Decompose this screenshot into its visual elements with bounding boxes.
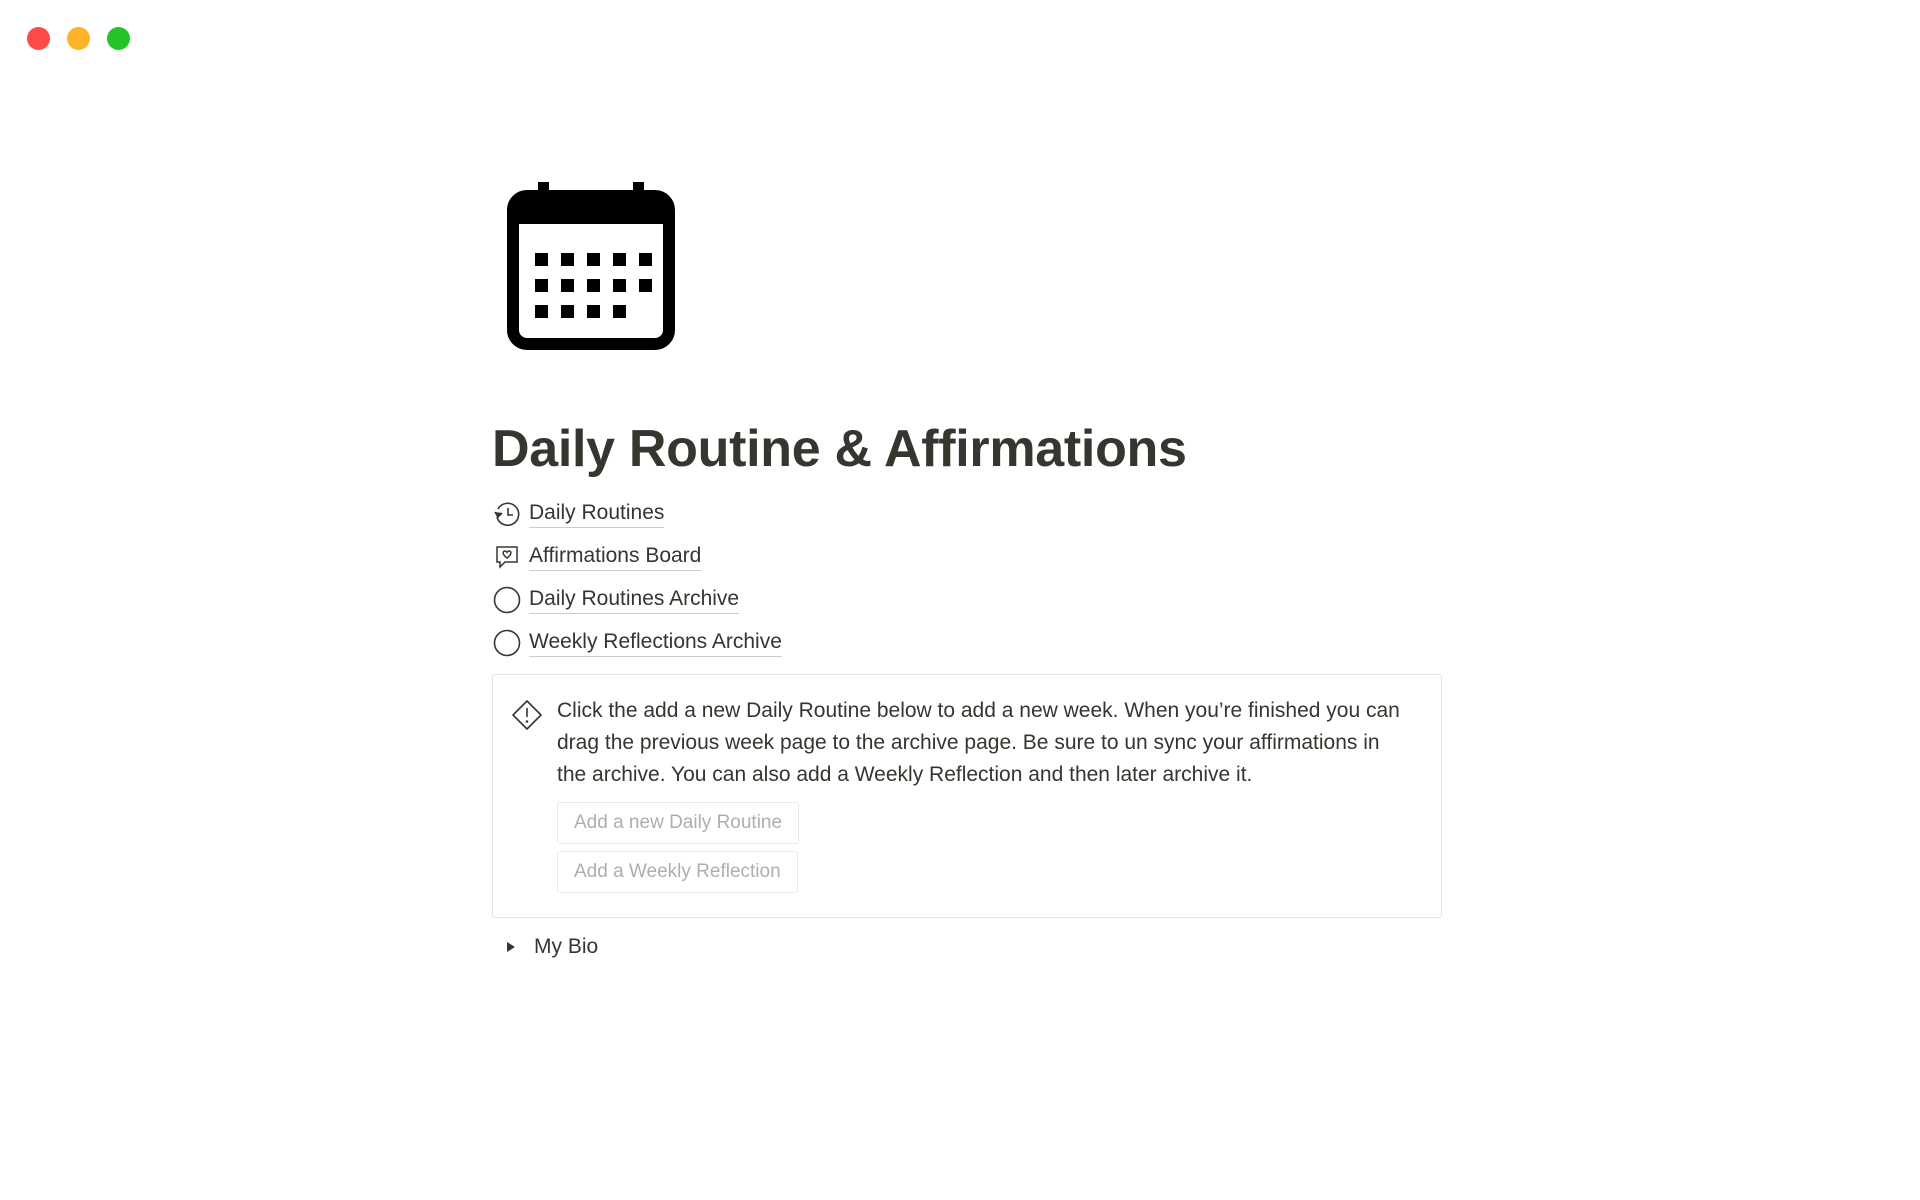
link-affirmations-board[interactable]: Affirmations Board	[492, 535, 1442, 578]
warning-diamond-icon	[511, 699, 543, 731]
link-label[interactable]: Daily Routines	[529, 500, 665, 529]
heart-speech-bubble-icon	[492, 542, 522, 572]
link-weekly-reflections-archive[interactable]: Weekly Reflections Archive	[492, 621, 1442, 664]
link-daily-routines[interactable]: Daily Routines	[492, 492, 1442, 535]
maximize-button[interactable]	[107, 27, 130, 50]
add-daily-routine-button[interactable]: Add a new Daily Routine	[557, 802, 800, 845]
callout-block: Click the add a new Daily Routine below …	[492, 674, 1442, 919]
circle-icon	[492, 628, 522, 658]
triangle-right-icon[interactable]	[496, 932, 526, 962]
circle-icon	[492, 585, 522, 615]
close-button[interactable]	[27, 27, 50, 50]
page-title: Daily Routine & Affirmations	[492, 420, 1187, 478]
page-links: Daily Routines Affirmations Board Daily …	[492, 492, 1442, 664]
toggle-label: My Bio	[534, 935, 599, 959]
link-label[interactable]: Weekly Reflections Archive	[529, 629, 782, 658]
link-daily-routines-archive[interactable]: Daily Routines Archive	[492, 578, 1442, 621]
minimize-button[interactable]	[67, 27, 90, 50]
page-content: Daily Routine & Affirmations Daily Routi…	[492, 178, 1442, 962]
callout-text: Click the add a new Daily Routine below …	[557, 699, 1400, 787]
history-clock-icon	[492, 499, 522, 529]
toggle-my-bio[interactable]: My Bio	[492, 932, 1442, 962]
link-label[interactable]: Affirmations Board	[529, 543, 702, 572]
link-label[interactable]: Daily Routines Archive	[529, 586, 740, 615]
add-weekly-reflection-button[interactable]: Add a Weekly Reflection	[557, 851, 798, 894]
window-controls	[27, 27, 130, 50]
calendar-icon[interactable]	[503, 178, 679, 354]
